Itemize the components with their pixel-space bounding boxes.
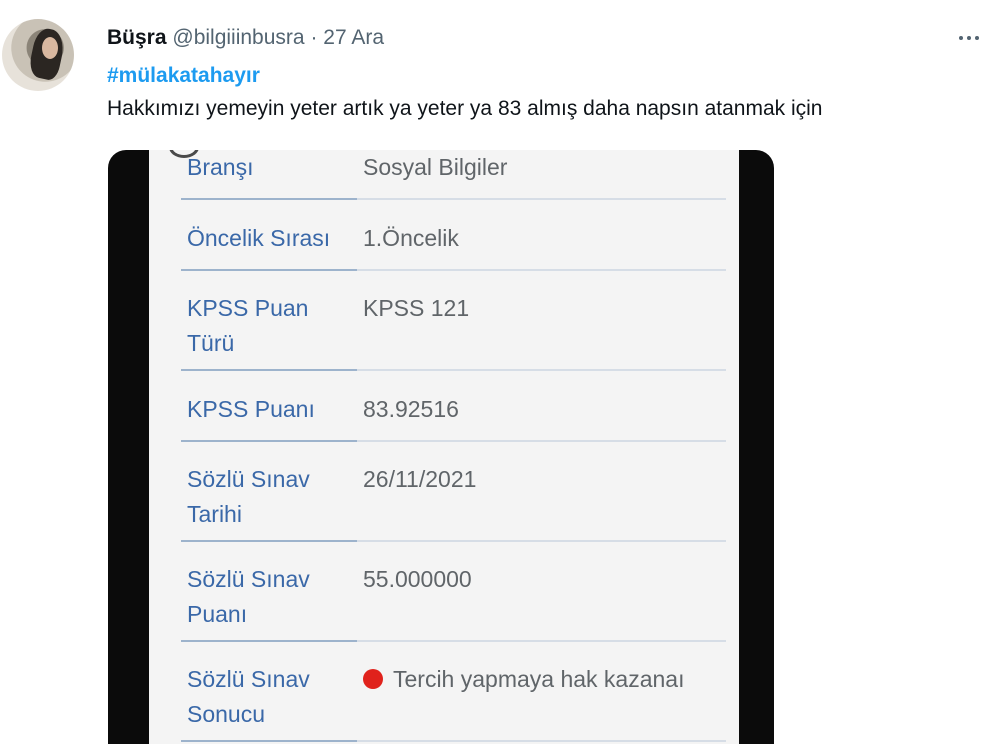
form-label: Branşı (187, 154, 254, 180)
form-value: 26/11/2021 (363, 466, 477, 492)
form-value: 55.000000 (363, 566, 472, 592)
form-label: KPSS Puan Türü (187, 295, 309, 356)
form-row-priority: Öncelik Sırası 1.Öncelik (181, 200, 726, 271)
form-row-branch: Branşı Sosyal Bilgiler (181, 150, 726, 200)
form-value: 1.Öncelik (363, 225, 459, 251)
form-row-oral-result: Sözlü Sınav Sonucu Tercih yapmaya hak ka… (181, 642, 726, 742)
form-value: Sosyal Bilgiler (363, 154, 508, 180)
tweet-date[interactable]: 27 Ara (323, 26, 384, 49)
form-row-oral-score: Sözlü Sınav Puanı 55.000000 (181, 542, 726, 642)
form-label: Öncelik Sırası (187, 225, 331, 251)
form-row-score-type: KPSS Puan Türü KPSS 121 (181, 271, 726, 371)
avatar[interactable] (2, 19, 74, 91)
form-label: KPSS Puanı (187, 396, 315, 422)
form-row-oral-date: Sözlü Sınav Tarihi 26/11/2021 (181, 442, 726, 542)
tweet-image[interactable]: Branşı Sosyal Bilgiler Öncelik Sırası 1.… (108, 150, 774, 744)
form-label: Sözlü Sınav Sonucu (187, 666, 310, 727)
header-separator: · (310, 26, 318, 49)
form-value: KPSS 121 (363, 295, 470, 321)
avatar-face (42, 37, 58, 59)
form-row-score: KPSS Puanı 83.92516 (181, 371, 726, 442)
form-label: Sözlü Sınav Tarihi (187, 466, 310, 527)
more-horizontal-icon[interactable] (955, 28, 983, 48)
red-dot-icon (363, 669, 383, 689)
tweet-header: Büşra @bilgiiinbusra · 27 Ara (107, 24, 384, 52)
hashtag-link[interactable]: #mülakatahayır (107, 62, 260, 90)
user-handle[interactable]: @bilgiiinbusra (172, 26, 304, 49)
form-screenshot: Branşı Sosyal Bilgiler Öncelik Sırası 1.… (149, 150, 739, 744)
display-name[interactable]: Büşra (107, 26, 167, 49)
status-text: Tercih yapmaya hak kazanaı (393, 666, 685, 692)
form-value: 83.92516 (363, 396, 459, 422)
form-label: Sözlü Sınav Puanı (187, 566, 310, 627)
tweet-text: Hakkımızı yemeyin yeter artık ya yeter y… (107, 97, 823, 120)
form-value: Tercih yapmaya hak kazanaı (363, 662, 685, 697)
